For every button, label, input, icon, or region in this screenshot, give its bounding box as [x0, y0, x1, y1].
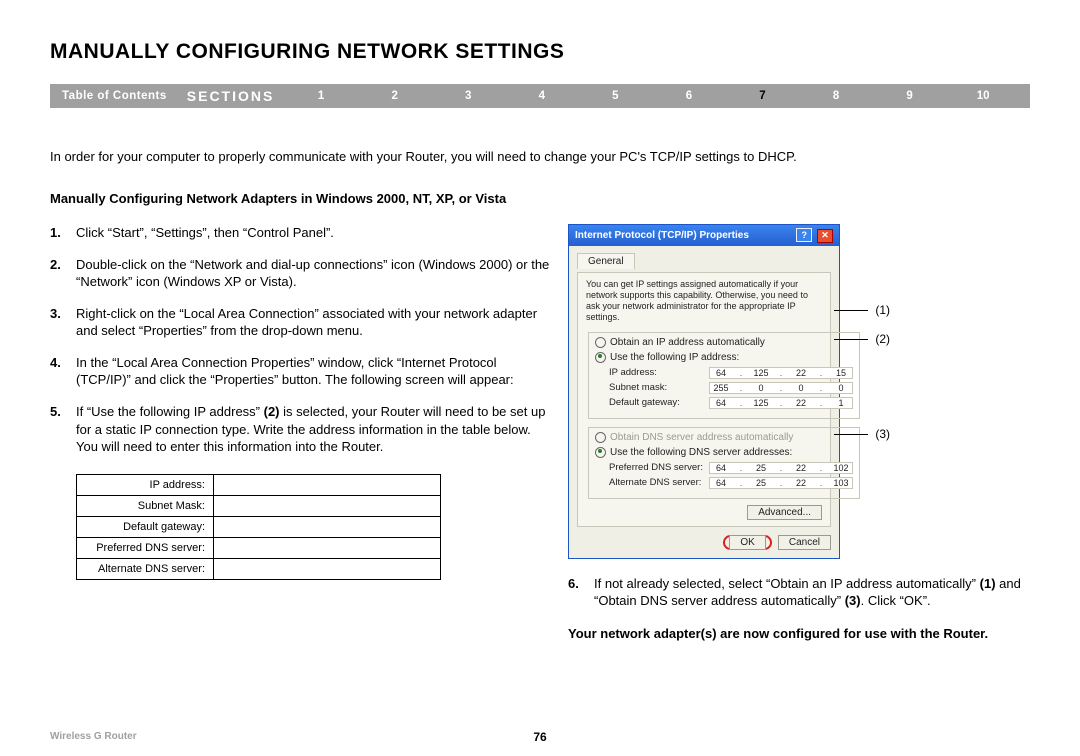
radio-use-ip[interactable]: [595, 352, 606, 363]
ok-highlight: OK: [723, 535, 771, 550]
tcpip-dialog: Internet Protocol (TCP/IP) Properties ? …: [568, 224, 840, 559]
advanced-button[interactable]: Advanced...: [747, 505, 822, 520]
radio-auto-dns: [595, 432, 606, 443]
intro-text: In order for your computer to properly c…: [50, 148, 1030, 166]
ip-group: Obtain an IP address automatically Use t…: [588, 332, 860, 419]
section-6[interactable]: 6: [652, 90, 726, 102]
dialog-titlebar: Internet Protocol (TCP/IP) Properties ? …: [569, 225, 839, 246]
step-5: 5. If “Use the following IP address” (2)…: [50, 403, 550, 456]
section-4[interactable]: 4: [505, 90, 579, 102]
step-4: 4.In the “Local Area Connection Properti…: [50, 354, 550, 389]
configured-note: Your network adapter(s) are now configur…: [568, 626, 1030, 641]
section-5[interactable]: 5: [579, 90, 653, 102]
alternate-dns-field[interactable]: 64.25.22.103: [709, 477, 853, 489]
ip-address-field[interactable]: 64.125.22.15: [709, 367, 853, 379]
sub-heading: Manually Configuring Network Adapters in…: [50, 191, 1030, 206]
tab-general[interactable]: General: [577, 253, 635, 269]
gateway-field[interactable]: 64.125.22.1: [709, 397, 853, 409]
tcpip-dialog-figure: Internet Protocol (TCP/IP) Properties ? …: [568, 224, 1030, 559]
ok-button[interactable]: OK: [729, 535, 765, 550]
page-title: MANUALLY CONFIGURING NETWORK SETTINGS: [50, 40, 1030, 64]
radio-use-dns[interactable]: [595, 447, 606, 458]
close-icon[interactable]: ✕: [817, 229, 833, 243]
radio-auto-ip[interactable]: [595, 337, 606, 348]
toc-link[interactable]: Table of Contents: [60, 90, 187, 102]
section-8[interactable]: 8: [799, 90, 873, 102]
section-9[interactable]: 9: [873, 90, 947, 102]
step-2: 2.Double-click on the “Network and dial-…: [50, 256, 550, 291]
sections-label: SECTIONS: [187, 88, 285, 104]
section-7[interactable]: 7: [726, 90, 800, 102]
section-10[interactable]: 10: [946, 90, 1020, 102]
callout-1: (1): [875, 303, 890, 317]
cancel-button[interactable]: Cancel: [778, 535, 831, 550]
preferred-dns-field[interactable]: 64.25.22.102: [709, 462, 853, 474]
dialog-title: Internet Protocol (TCP/IP) Properties: [575, 230, 749, 241]
step-6: 6. If not already selected, select “Obta…: [568, 575, 1030, 610]
section-3[interactable]: 3: [431, 90, 505, 102]
step-1: 1.Click “Start”, “Settings”, then “Contr…: [50, 224, 550, 242]
sections-nav: Table of Contents SECTIONS 1 2 3 4 5 6 7…: [50, 84, 1030, 108]
page-number: 76: [533, 730, 546, 744]
dialog-description: You can get IP settings assigned automat…: [586, 279, 822, 324]
product-name: Wireless G Router: [50, 731, 137, 742]
callout-2: (2): [875, 332, 890, 346]
section-2[interactable]: 2: [358, 90, 432, 102]
section-1[interactable]: 1: [284, 90, 358, 102]
page-footer: Wireless G Router 76: [50, 731, 1030, 742]
blank-ip-table: IP address: Subnet Mask: Default gateway…: [76, 474, 441, 580]
step-3: 3.Right-click on the “Local Area Connect…: [50, 305, 550, 340]
help-icon[interactable]: ?: [796, 228, 812, 242]
callout-3: (3): [875, 427, 890, 441]
subnet-field[interactable]: 255.0.0.0: [709, 382, 853, 394]
dns-group: Obtain DNS server address automatically …: [588, 427, 860, 499]
